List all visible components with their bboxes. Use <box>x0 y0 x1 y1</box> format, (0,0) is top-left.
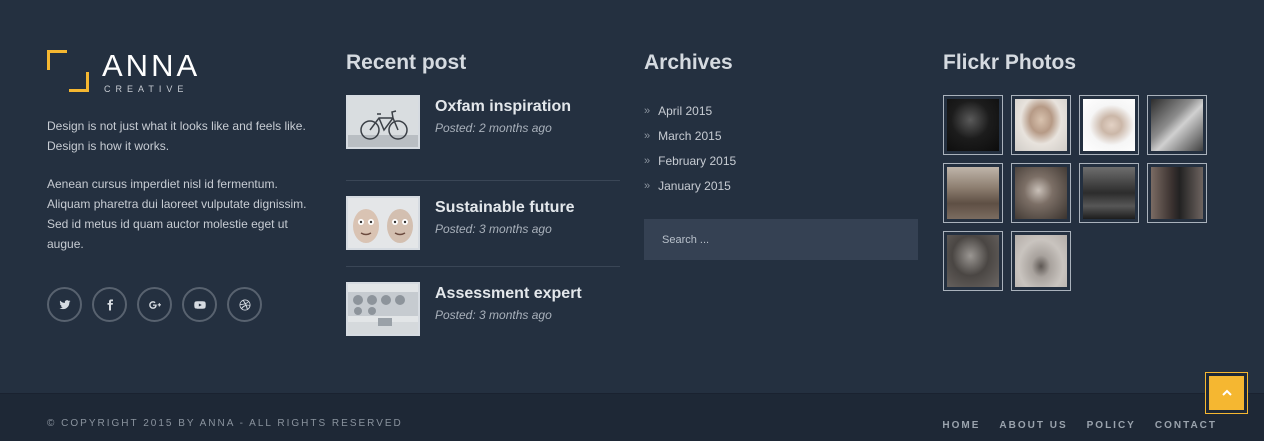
flickr-photo[interactable] <box>943 95 1003 155</box>
youtube-button[interactable] <box>182 287 217 322</box>
double-chevron-right-icon: » <box>644 129 651 142</box>
about-paragraph-1: Design is not just what it looks like an… <box>47 119 306 153</box>
about-text: Design is not just what it looks like an… <box>47 116 322 254</box>
footer-nav: HOME ABOUT US POLICY CONTACT <box>942 420 1217 431</box>
recent-posts-title: Recent post <box>346 51 467 74</box>
flickr-column: Flickr Photos <box>943 50 1213 291</box>
social-links <box>47 287 322 322</box>
about-paragraph-2: Aenean cursus imperdiet nisl id fermentu… <box>47 177 307 251</box>
post-title[interactable]: Sustainable future <box>435 198 575 218</box>
flickr-photo[interactable] <box>1011 231 1071 291</box>
archive-item[interactable]: » March 2015 <box>644 123 918 148</box>
flickr-photo[interactable] <box>1011 163 1071 223</box>
twitter-icon <box>59 299 70 309</box>
post-item[interactable]: Assessment expert Posted: 3 months ago <box>346 267 620 353</box>
footer-nav-home[interactable]: HOME <box>942 420 980 431</box>
recent-posts-column: Recent post Oxfam inspiration Posted: 2 … <box>346 50 620 353</box>
facebook-icon <box>107 299 113 310</box>
google-plus-icon <box>148 300 161 309</box>
post-date: Posted: 3 months ago <box>435 308 552 322</box>
google-plus-button[interactable] <box>137 287 172 322</box>
post-item[interactable]: Oxfam inspiration Posted: 2 months ago <box>346 95 620 181</box>
double-chevron-right-icon: » <box>644 179 651 192</box>
post-date: Posted: 2 months ago <box>435 121 552 135</box>
about-column: ANNA CREATIVE Design is not just what it… <box>47 50 322 322</box>
flickr-photo[interactable] <box>1079 95 1139 155</box>
post-thumbnail[interactable] <box>346 196 420 250</box>
recent-posts-list: Oxfam inspiration Posted: 2 months ago S… <box>346 95 620 353</box>
back-to-top-button[interactable] <box>1205 372 1248 414</box>
footer-nav-contact[interactable]: CONTACT <box>1155 420 1217 431</box>
flickr-title: Flickr Photos <box>943 51 1077 74</box>
footer-main: ANNA CREATIVE Design is not just what it… <box>0 0 1264 393</box>
flickr-photo[interactable] <box>943 163 1003 223</box>
dribbble-button[interactable] <box>227 287 262 322</box>
archive-item[interactable]: » February 2015 <box>644 148 918 173</box>
archives-title: Archives <box>644 51 733 74</box>
logo[interactable]: ANNA CREATIVE <box>47 50 322 94</box>
archive-label[interactable]: April 2015 <box>658 101 712 121</box>
flickr-photo[interactable] <box>1011 95 1071 155</box>
footer-bottom-bar: © COPYRIGHT 2015 BY ANNA - ALL RIGHTS RE… <box>0 393 1264 441</box>
flickr-photo[interactable] <box>1147 163 1207 223</box>
chevron-up-icon <box>1221 389 1232 396</box>
archive-item[interactable]: » January 2015 <box>644 173 918 198</box>
flickr-grid <box>943 95 1213 291</box>
archive-label[interactable]: March 2015 <box>658 126 721 146</box>
footer-nav-about-us[interactable]: ABOUT US <box>999 420 1067 431</box>
facebook-button[interactable] <box>92 287 127 322</box>
logo-subtitle: CREATIVE <box>104 84 189 94</box>
post-item[interactable]: Sustainable future Posted: 3 months ago <box>346 181 620 267</box>
logo-mark <box>47 50 89 92</box>
flickr-photo[interactable] <box>943 231 1003 291</box>
post-thumbnail[interactable] <box>346 95 420 149</box>
archives-list: » April 2015 » March 2015 » February 2015 »… <box>644 98 918 198</box>
double-chevron-right-icon: » <box>644 104 651 117</box>
logo-name: ANNA <box>102 48 201 83</box>
post-thumbnail[interactable] <box>346 282 420 336</box>
archive-label[interactable]: January 2015 <box>658 176 731 196</box>
youtube-icon <box>193 300 206 309</box>
flickr-photo[interactable] <box>1079 163 1139 223</box>
footer-nav-policy[interactable]: POLICY <box>1087 420 1136 431</box>
twitter-button[interactable] <box>47 287 82 322</box>
search-input[interactable] <box>644 219 918 260</box>
archives-column: Archives » April 2015 » March 2015 » Februa… <box>644 50 918 260</box>
archive-item[interactable]: » April 2015 <box>644 98 918 123</box>
flickr-photo[interactable] <box>1147 95 1207 155</box>
archive-label[interactable]: February 2015 <box>658 151 736 171</box>
post-title[interactable]: Assessment expert <box>435 284 582 304</box>
copyright-text: © COPYRIGHT 2015 BY ANNA - ALL RIGHTS RE… <box>47 418 403 429</box>
double-chevron-right-icon: » <box>644 154 651 167</box>
dribbble-icon <box>239 299 250 310</box>
post-title[interactable]: Oxfam inspiration <box>435 97 571 117</box>
post-date: Posted: 3 months ago <box>435 222 552 236</box>
